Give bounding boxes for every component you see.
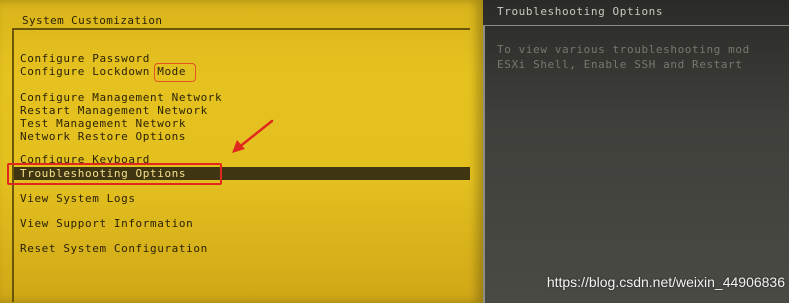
description-line: To view various troubleshooting mod xyxy=(497,43,750,56)
menu-item-test-management-network[interactable]: Test Management Network xyxy=(20,117,186,130)
annotation-arrow-icon xyxy=(232,119,274,153)
menu-item-configure-password[interactable]: Configure Password xyxy=(20,52,150,65)
menu-item-view-system-logs[interactable]: View System Logs xyxy=(20,192,136,205)
troubleshooting-options-title: Troubleshooting Options xyxy=(483,0,789,26)
description-line: ESXi Shell, Enable SSH and Restart xyxy=(497,58,743,71)
annotation-highlight-box xyxy=(7,163,222,185)
troubleshooting-info-panel: Troubleshooting Options To view various … xyxy=(483,0,789,303)
system-customization-panel: System Customization Configure Password … xyxy=(0,0,483,303)
watermark-text: https://blog.csdn.net/weixin_44906836 xyxy=(546,274,785,290)
annotation-lockdown-mark xyxy=(154,63,196,82)
troubleshooting-description: To view various troubleshooting mod ESXi… xyxy=(497,42,789,72)
menu-item-restart-management-network[interactable]: Restart Management Network xyxy=(20,104,208,117)
menu-item-configure-management-network[interactable]: Configure Management Network xyxy=(20,91,222,104)
menu-item-network-restore-options[interactable]: Network Restore Options xyxy=(20,130,186,143)
menu-item-reset-system-configuration[interactable]: Reset System Configuration xyxy=(20,242,208,255)
menu-item-view-support-information[interactable]: View Support Information xyxy=(20,217,193,230)
system-customization-title: System Customization xyxy=(12,12,470,30)
